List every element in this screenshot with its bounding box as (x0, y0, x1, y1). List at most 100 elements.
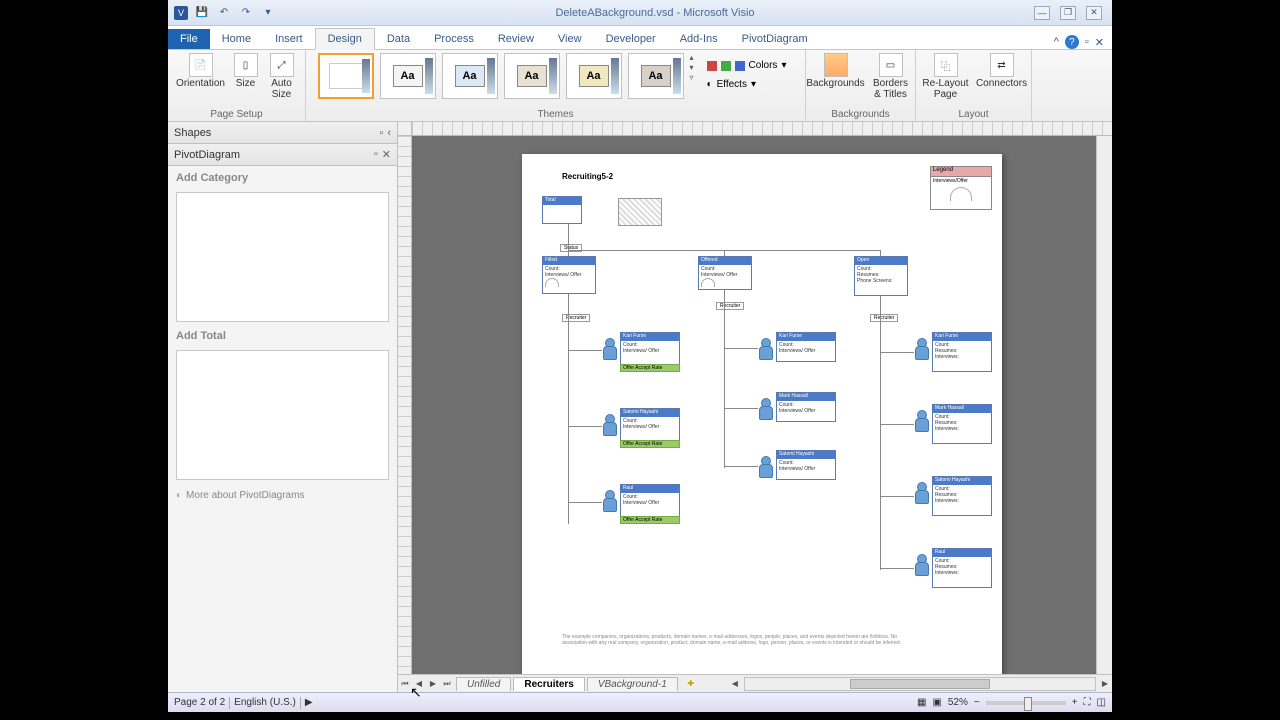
pivot-node[interactable]: RaulCount:Resumes:Interviews: (932, 548, 992, 588)
drawing-canvas[interactable]: Recruiting5-2 Legend Interviews/Offer To… (412, 136, 1096, 674)
theme-swatch-2[interactable]: Aa (380, 53, 436, 99)
ribbon-tabs: File Home Insert Design Data Process Rev… (168, 26, 1112, 50)
zoom-level[interactable]: 52% (948, 697, 968, 708)
minimize-button[interactable]: — (1034, 6, 1050, 20)
autosize-button[interactable]: ⤢Auto Size (267, 53, 297, 100)
person-icon (602, 490, 616, 510)
pivot-node[interactable]: RaulCount:Interviews/ Offer (620, 484, 680, 518)
new-page-icon[interactable]: ✚ (684, 677, 698, 691)
macro-icon[interactable]: ▶ (305, 697, 313, 708)
tab-design[interactable]: Design (315, 28, 375, 50)
page-surface[interactable]: Recruiting5-2 Legend Interviews/Offer To… (522, 154, 1002, 674)
page-indicator: Page 2 of 2 (174, 697, 225, 708)
tab-pivotdiagram[interactable]: PivotDiagram (730, 29, 820, 49)
tab-next-icon[interactable]: ▶ (426, 677, 440, 691)
redo-icon[interactable]: ↷ (238, 5, 254, 21)
view-normal-icon[interactable]: ▦ (917, 697, 926, 708)
colors-button[interactable]: Colors ▾ (700, 57, 794, 74)
titlebar: V 💾 ↶ ↷ ▾ DeleteABackground.vsd - Micros… (168, 0, 1112, 26)
add-total-box[interactable] (176, 350, 389, 480)
tab-data[interactable]: Data (375, 29, 422, 49)
orientation-button[interactable]: 📄Orientation (177, 53, 225, 89)
zoom-out-icon[interactable]: − (974, 697, 980, 708)
pivot-close-icon[interactable]: ✕ (382, 148, 391, 161)
person-icon (914, 410, 928, 430)
tab-developer[interactable]: Developer (594, 29, 668, 49)
tab-first-icon[interactable]: ⏮ (398, 677, 412, 691)
close-button[interactable]: ✕ (1086, 6, 1102, 20)
tab-home[interactable]: Home (210, 29, 263, 49)
tab-addins[interactable]: Add-Ins (668, 29, 730, 49)
horizontal-scrollbar[interactable] (744, 677, 1096, 691)
pivot-node[interactable]: OfferedCount:Interviews/ Offer (698, 256, 752, 290)
theme-swatch-3[interactable]: Aa (442, 53, 498, 99)
footer-disclaimer: The example companies, organizations, pr… (562, 634, 962, 646)
tab-prev-icon[interactable]: ◀ (412, 677, 426, 691)
qat-more-icon[interactable]: ▾ (260, 5, 276, 21)
pivot-node[interactable]: Satomi HayashiCount:Interviews/ Offer (620, 408, 680, 442)
pivot-node[interactable]: Mark HassallCount:Resumes:Interviews: (932, 404, 992, 444)
vertical-scrollbar[interactable] (1096, 136, 1112, 674)
hscroll-right-icon[interactable]: ▶ (1098, 677, 1112, 691)
add-category-box[interactable] (176, 192, 389, 322)
tab-file[interactable]: File (168, 29, 210, 49)
help-icon[interactable]: ? (1065, 35, 1079, 49)
theme-gallery-more[interactable]: ▴▾▿ (690, 53, 694, 82)
tab-view[interactable]: View (546, 29, 594, 49)
group-backgrounds: Backgrounds ▭Borders & Titles Background… (806, 50, 916, 121)
pivot-node[interactable]: FilledCount:Interviews/ Offer (542, 256, 596, 294)
theme-swatch-5[interactable]: Aa (566, 53, 622, 99)
view-full-icon[interactable]: ▣ (932, 697, 941, 708)
effects-button[interactable]: ◐Effects ▾ (700, 76, 794, 93)
pivot-node[interactable]: Kari FurseCount:Resumes:Interviews: (932, 332, 992, 372)
person-icon (914, 554, 928, 574)
theme-swatch-4[interactable]: Aa (504, 53, 560, 99)
save-icon[interactable]: 💾 (194, 5, 210, 21)
pivot-node[interactable]: Kari FurseCount:Interviews/ Offer (776, 332, 836, 362)
shapes-panel: Shapes ▫‹ PivotDiagram ▫✕ Add Category A… (168, 122, 398, 692)
pivot-node[interactable]: Satomi HayashiCount:Interviews/ Offer (776, 450, 836, 480)
canvas-area: Recruiting5-2 Legend Interviews/Offer To… (398, 122, 1112, 692)
restore-button[interactable]: ❐ (1060, 6, 1076, 20)
connectors-button[interactable]: ⇄Connectors (977, 53, 1027, 89)
backgrounds-button[interactable]: Backgrounds (809, 53, 863, 89)
undo-icon[interactable]: ↶ (216, 5, 232, 21)
tab-review[interactable]: Review (486, 29, 546, 49)
shapes-dock-icon[interactable]: ▫ (379, 127, 383, 139)
more-pivot-link[interactable]: ◐More about PivotDiagrams (168, 482, 397, 509)
pivot-node[interactable] (618, 198, 662, 226)
theme-swatch-1[interactable] (318, 53, 374, 99)
pivot-node[interactable]: Kari FurseCount:Interviews/ Offer (620, 332, 680, 366)
page-tab-recruiters[interactable]: Recruiters (513, 677, 584, 691)
minimize-ribbon-icon[interactable]: ^ (1054, 36, 1059, 48)
tab-insert[interactable]: Insert (263, 29, 315, 49)
tab-last-icon[interactable]: ⏭ (440, 677, 454, 691)
fit-window-icon[interactable]: ⛶ (1084, 697, 1091, 708)
pivot-node[interactable]: Satomi HayashiCount:Resumes:Interviews: (932, 476, 992, 516)
hscroll-left-icon[interactable]: ◀ (728, 677, 742, 691)
quick-access-toolbar: V 💾 ↶ ↷ ▾ (168, 5, 276, 21)
ribbon-options-icon[interactable]: ▫ (1085, 36, 1089, 48)
pivot-node[interactable]: Total (542, 196, 582, 224)
size-button[interactable]: ▯Size (231, 53, 261, 89)
tab-process[interactable]: Process (422, 29, 486, 49)
legend-box: Legend Interviews/Offer (930, 166, 992, 210)
zoom-slider[interactable] (986, 701, 1066, 705)
switch-windows-icon[interactable]: ◫ (1097, 697, 1106, 708)
relayout-button[interactable]: ⿻Re-Layout Page (921, 53, 971, 100)
pivot-pin-icon[interactable]: ▫ (374, 148, 378, 161)
recruiter-label: Recruiter (716, 302, 744, 310)
zoom-in-icon[interactable]: + (1072, 697, 1078, 708)
add-total-label: Add Total (168, 324, 397, 348)
window-close2-icon[interactable]: ✕ (1095, 36, 1104, 49)
visio-icon: V (174, 6, 188, 20)
shapes-collapse-icon[interactable]: ‹ (387, 127, 391, 139)
group-layout: ⿻Re-Layout Page ⇄Connectors Layout (916, 50, 1032, 121)
pivot-node[interactable]: OpenCount:Resumes:Phone Screens: (854, 256, 908, 296)
pivot-node[interactable]: Mark HassallCount:Interviews/ Offer (776, 392, 836, 422)
theme-swatch-6[interactable]: Aa (628, 53, 684, 99)
person-icon (758, 456, 772, 476)
page-tab-vbackground[interactable]: VBackground-1 (587, 677, 678, 691)
borders-titles-button[interactable]: ▭Borders & Titles (869, 53, 913, 100)
page-tab-unfilled[interactable]: Unfilled (456, 677, 511, 691)
